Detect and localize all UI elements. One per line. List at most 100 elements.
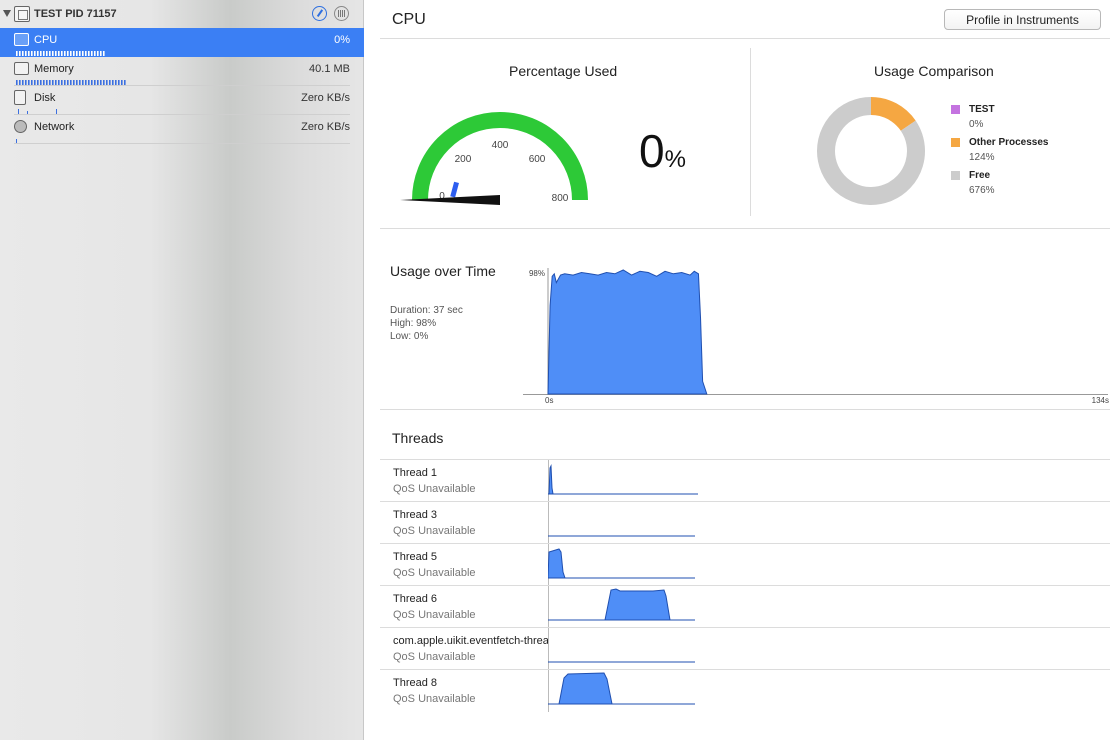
usage-comparison-title: Usage Comparison — [874, 63, 994, 79]
gauge-tick-label: 200 — [455, 154, 472, 165]
nav-item-value: 40.1 MB — [309, 63, 350, 75]
legend-label: Other Processes — [969, 137, 1049, 148]
thread-name: Thread 1 — [393, 467, 438, 479]
nav-item-label: CPU — [34, 34, 58, 46]
nav-item-label: Disk — [34, 92, 56, 104]
cpu-icon — [14, 33, 29, 46]
gauge-tick-label: 600 — [529, 154, 546, 165]
nav-item-memory[interactable]: Memory 40.1 MB — [0, 57, 364, 86]
thread-qos: QoS Unavailable — [393, 525, 476, 537]
thread-activity-area — [548, 672, 695, 705]
thread-activity-graph — [548, 628, 695, 670]
thread-activity-graph — [548, 502, 695, 544]
cpu-gauge: 0200400600800 — [400, 112, 588, 205]
thread-row[interactable]: Thread 3 QoS Unavailable — [380, 501, 1110, 544]
nav-item-label: Memory — [34, 63, 74, 75]
thread-activity-graph — [548, 544, 695, 586]
spark-bar — [91, 51, 93, 56]
process-icon — [14, 6, 30, 22]
spark-bar — [31, 51, 33, 56]
spark-bar — [85, 51, 87, 56]
percentage-value: 0% — [639, 125, 686, 177]
cpu-sparkline — [16, 51, 105, 56]
thread-name: Thread 6 — [393, 593, 438, 605]
thread-qos: QoS Unavailable — [393, 609, 476, 621]
donut-slice-other-processes — [870, 97, 916, 132]
gauge-icon[interactable] — [312, 6, 327, 21]
gauge-value-bar — [450, 181, 459, 198]
x-start-label: 0s — [545, 396, 553, 405]
thread-qos: QoS Unavailable — [393, 693, 476, 705]
debug-navigator: TEST PID 71157 CPU 0% Memory 40.1 MB Dis… — [0, 0, 364, 740]
x-end-label: 134s — [1092, 396, 1109, 405]
thread-activity-graph — [548, 460, 698, 502]
usage-over-time-title: Usage over Time — [390, 263, 496, 279]
page-title: CPU — [392, 11, 426, 28]
nav-item-value: 0% — [334, 34, 350, 46]
usage-over-time-chart: 98% 0s 134s — [523, 268, 1109, 405]
thread-row[interactable]: Thread 6 QoS Unavailable — [380, 585, 1110, 628]
legend-swatch — [951, 138, 960, 147]
high-label: High: 98% — [390, 318, 437, 329]
gauge-tick-label: 400 — [492, 140, 509, 151]
legend-swatch — [951, 105, 960, 114]
thread-name: Thread 8 — [393, 677, 438, 689]
nav-item-value: Zero KB/s — [301, 92, 350, 104]
usage-area — [547, 269, 708, 395]
thread-row[interactable]: Thread 8 QoS Unavailable — [380, 669, 1110, 712]
spark-bar — [52, 51, 54, 56]
spark-bar — [64, 51, 66, 56]
legend-swatch — [951, 171, 960, 180]
divider — [750, 48, 751, 216]
gauge-arc — [412, 112, 588, 201]
thread-row[interactable]: Thread 1 QoS Unavailable — [380, 459, 1110, 502]
thread-row[interactable]: com.apple.uikit.eventfetch-thread QoS Una… — [380, 627, 1110, 670]
process-name: TEST PID 71157 — [34, 8, 117, 20]
pause-icon[interactable] — [334, 6, 349, 21]
spark-bar — [34, 51, 36, 56]
thread-name: Thread 5 — [393, 551, 438, 563]
legend-value: 676% — [969, 185, 995, 196]
spark-bar — [73, 51, 75, 56]
divider — [380, 38, 1110, 39]
spark-bar — [88, 51, 90, 56]
spark-bar — [55, 51, 57, 56]
process-header[interactable]: TEST PID 71157 — [0, 0, 364, 28]
nav-item-cpu[interactable]: CPU 0% — [0, 28, 364, 57]
disclosure-triangle-icon[interactable] — [3, 10, 11, 17]
thread-activity-graph — [548, 670, 695, 712]
nav-item-disk[interactable]: Disk Zero KB/s — [0, 86, 364, 115]
spark-bar — [46, 51, 48, 56]
memory-icon — [14, 62, 29, 75]
spark-bar — [28, 51, 30, 56]
threads-title: Threads — [392, 430, 444, 446]
spark-bar — [37, 51, 39, 56]
gauge-tick-label: 800 — [552, 193, 569, 204]
spark-bar — [97, 51, 99, 56]
thread-activity-area — [548, 548, 695, 579]
thread-name: Thread 3 — [393, 509, 438, 521]
spark-bar — [82, 51, 84, 56]
thread-qos: QoS Unavailable — [393, 651, 476, 663]
spark-bar — [94, 51, 96, 56]
cpu-report: CPU Profile in Instruments Percentage Us… — [365, 0, 1110, 740]
profile-in-instruments-button[interactable]: Profile in Instruments — [944, 9, 1101, 30]
thread-row[interactable]: Thread 5 QoS Unavailable — [380, 543, 1110, 586]
spark-bar — [49, 51, 51, 56]
nav-item-value: Zero KB/s — [301, 121, 350, 133]
legend-value: 0% — [969, 119, 984, 130]
spark-bar — [79, 51, 81, 56]
spark-bar — [19, 51, 21, 56]
thread-activity-area — [548, 588, 695, 621]
divider — [380, 228, 1110, 229]
legend-label: Free — [969, 170, 991, 181]
thread-activity-graph — [548, 586, 695, 628]
thread-qos: QoS Unavailable — [393, 567, 476, 579]
spark-bar — [40, 51, 42, 56]
spark-bar — [43, 51, 45, 56]
divider — [380, 409, 1110, 410]
nav-item-network[interactable]: Network Zero KB/s — [0, 115, 364, 144]
thread-name: com.apple.uikit.eventfetch-thread — [393, 635, 548, 647]
low-label: Low: 0% — [390, 331, 429, 342]
percentage-used-title: Percentage Used — [509, 63, 618, 79]
